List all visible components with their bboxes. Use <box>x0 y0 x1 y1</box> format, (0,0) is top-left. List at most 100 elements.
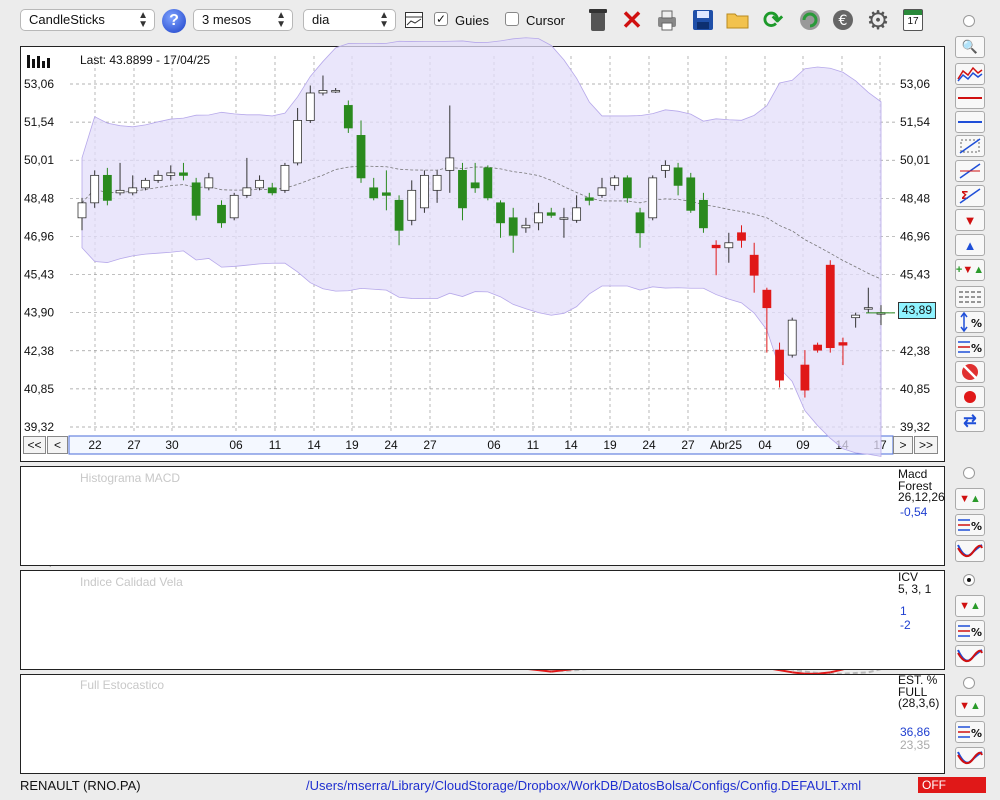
bollinger-band <box>81 37 882 457</box>
candle-body <box>343 105 353 129</box>
candle-body <box>699 199 708 229</box>
x-tick-label: 19 <box>603 438 617 452</box>
candle-body <box>280 164 290 191</box>
zoom-tool-button[interactable]: 🔍 <box>955 36 985 58</box>
y-tick-label-left: 46,96 <box>24 229 54 243</box>
svg-text:%: % <box>971 317 982 330</box>
blue-line-icon <box>958 121 982 123</box>
indicator-overlay-button[interactable] <box>955 63 985 85</box>
candle-body <box>559 217 569 220</box>
svg-text:%: % <box>971 342 982 355</box>
x-tick-label: 27 <box>423 438 437 452</box>
candle-body <box>102 174 112 201</box>
record-dot-icon <box>964 391 976 403</box>
curve-icon <box>957 544 983 558</box>
stochastic-params: (28,3,6) <box>898 696 940 710</box>
percent-lines-icon: % <box>958 341 982 355</box>
percent-lines-button[interactable]: % <box>955 336 985 358</box>
add-signal-icon: +▼▲ <box>955 264 985 276</box>
nav-next-button[interactable]: > <box>893 436 913 454</box>
icv-value-1: 1 <box>900 604 907 618</box>
x-tick-label: 04 <box>758 438 772 452</box>
candle-body <box>445 157 455 171</box>
config-path-link[interactable]: /Users/mserra/Library/CloudStorage/Dropb… <box>306 778 861 793</box>
percent-range-button[interactable]: % <box>955 311 985 333</box>
sell-arrow-button[interactable]: ▼ <box>955 209 985 231</box>
icv-params: 5, 3, 1 <box>898 582 932 596</box>
stochastic-percent-button[interactable]: % <box>955 721 985 743</box>
candle-body <box>394 199 404 231</box>
x-tick-label: 19 <box>345 438 359 452</box>
candle-body <box>191 182 201 216</box>
candle-body <box>229 194 239 219</box>
candle-body <box>635 212 645 234</box>
candle-body <box>432 174 442 191</box>
icv-signals-button[interactable]: ▼▲ <box>955 595 985 617</box>
panel-radio-macd[interactable] <box>963 467 975 479</box>
candle-body <box>546 212 556 216</box>
y-tick-label-left: 53,06 <box>24 77 54 91</box>
nav-last-button[interactable]: >> <box>914 436 938 454</box>
macd-percent-button[interactable]: % <box>955 514 985 536</box>
macd-signals-button[interactable]: ▼▲ <box>955 488 985 510</box>
candle-body <box>128 187 138 194</box>
horizontal-line-red-button[interactable] <box>955 87 985 109</box>
candle-body <box>597 187 607 196</box>
x-tick-label: 09 <box>796 438 810 452</box>
record-button[interactable] <box>955 386 985 408</box>
nav-prev-button[interactable]: < <box>47 436 68 454</box>
stochastic-value-1: 36,86 <box>900 725 931 739</box>
stochastic-value-2: 23,35 <box>900 738 931 752</box>
candle-body <box>217 204 226 224</box>
horizontal-line-blue-button[interactable] <box>955 111 985 133</box>
candle-body <box>204 177 214 189</box>
candle-body <box>648 177 658 219</box>
candle-body <box>673 167 683 186</box>
stochastic-curve-button[interactable] <box>955 747 985 769</box>
stochastic-signals-button[interactable]: ▼▲ <box>955 695 985 717</box>
icv-curve-button[interactable] <box>955 645 985 667</box>
trendline-tool-button[interactable] <box>955 160 985 182</box>
candle-body <box>305 92 315 121</box>
icv-percent-button[interactable]: % <box>955 620 985 642</box>
off-status-badge[interactable]: OFF <box>918 777 986 793</box>
grid-lines-button[interactable] <box>955 286 985 308</box>
candle-body <box>737 232 746 241</box>
sync-button[interactable]: ⇄ <box>955 410 985 432</box>
nav-first-button[interactable]: << <box>23 436 46 454</box>
panel-radio-stochastic[interactable] <box>963 677 975 689</box>
dashed-lines-icon <box>959 291 981 303</box>
magnifier-icon: 🔍 <box>961 39 979 54</box>
trendline-icon <box>959 163 981 179</box>
macd-curve-button[interactable] <box>955 540 985 562</box>
percent-lines-icon: % <box>958 726 982 740</box>
candle-body <box>458 169 467 209</box>
y-tick-label-right: 50,01 <box>900 153 930 167</box>
y-tick-label-left: 45,43 <box>24 268 54 282</box>
x-tick-label: 24 <box>642 438 656 452</box>
x-tick-label: Abr25 <box>710 438 742 452</box>
candle-body <box>77 202 87 219</box>
sum-trendline-button[interactable]: Σ <box>955 185 985 207</box>
candle-body <box>179 172 188 176</box>
x-tick-label: 24 <box>384 438 398 452</box>
add-signal-button[interactable]: +▼▲ <box>955 259 985 281</box>
buy-arrow-button[interactable]: ▲ <box>955 234 985 256</box>
y-tick-label-left: 40,85 <box>24 382 54 396</box>
y-tick-label-left: 51,54 <box>24 115 54 129</box>
macd-title: Histograma MACD <box>80 471 181 485</box>
candle-body <box>686 177 696 211</box>
cancel-tool-button[interactable] <box>955 361 985 383</box>
candle-body <box>255 179 264 189</box>
candle-body <box>293 120 303 164</box>
signal-arrows-icon: ▼▲ <box>959 700 981 712</box>
candle-body <box>496 202 505 224</box>
y-tick-label-right: 51,54 <box>900 115 930 129</box>
x-tick-label: 11 <box>269 438 282 452</box>
panel-radio-icv[interactable] <box>963 574 975 586</box>
channel-tool-button[interactable] <box>955 135 985 157</box>
candle-body <box>724 242 734 249</box>
x-tick-label: 14 <box>564 438 578 452</box>
candle-body <box>572 207 582 221</box>
candle-body <box>838 342 848 346</box>
